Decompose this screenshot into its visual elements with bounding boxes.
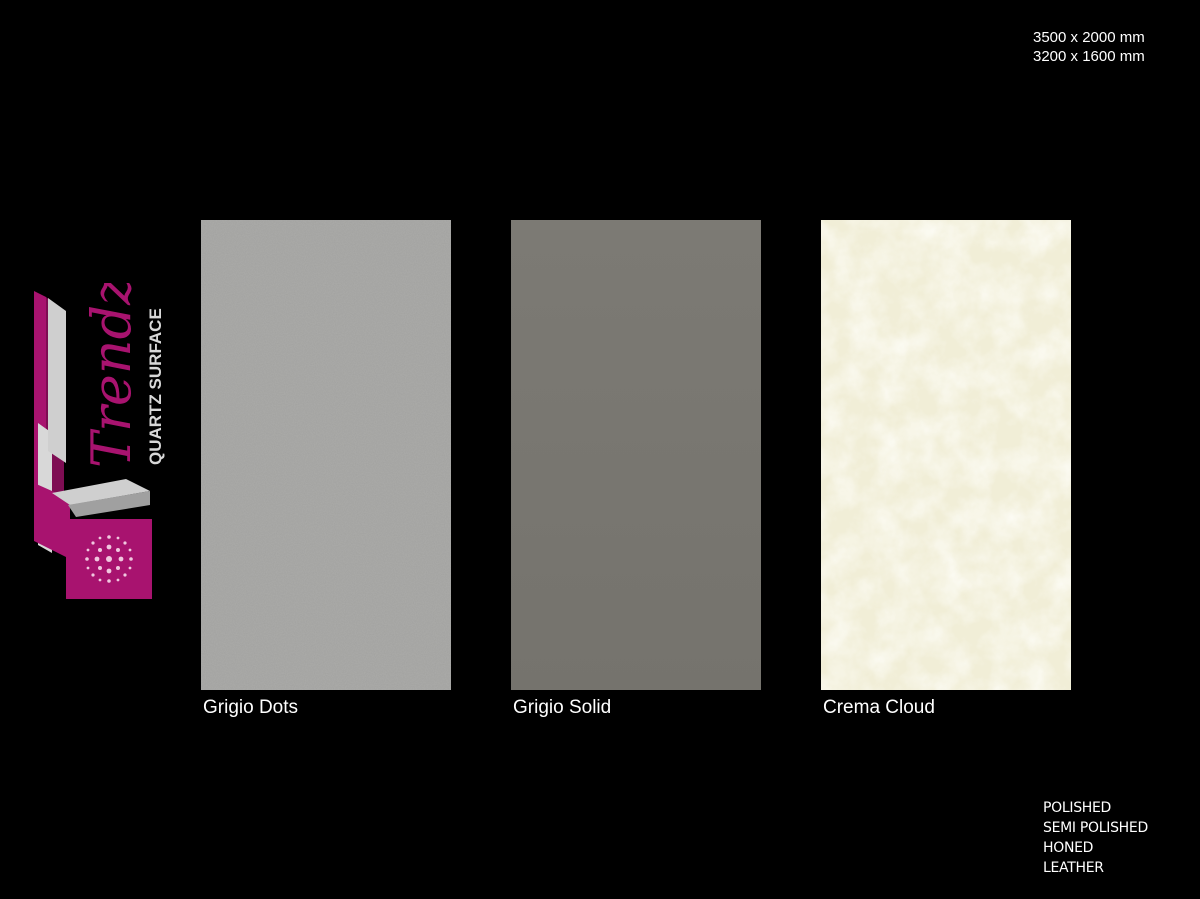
- swatch-grigio-solid[interactable]: [511, 220, 761, 690]
- size-item: 3500 x 2000 mm: [1033, 29, 1145, 46]
- finish-options: POLISHED SEMI POLISHED HONED LEATHER: [1043, 798, 1148, 878]
- available-sizes: 3500 x 2000 mm 3200 x 1600 mm: [1033, 28, 1145, 66]
- brand-tagline: QUARTZ SURFACE: [146, 308, 165, 465]
- finish-item: LEATHER: [1043, 860, 1104, 876]
- swatch-label: Grigio Solid: [513, 697, 612, 718]
- swatch-crema-cloud[interactable]: [821, 220, 1071, 690]
- brand-name: Trendz: [80, 283, 143, 468]
- finish-item: POLISHED: [1043, 800, 1112, 816]
- finish-item: SEMI POLISHED: [1043, 820, 1148, 836]
- trendz-logo-icon: Trendz QUARTZ SURFACE: [34, 283, 165, 599]
- brand-logo: Trendz QUARTZ SURFACE: [30, 283, 170, 603]
- size-item: 3200 x 1600 mm: [1033, 48, 1145, 65]
- swatch-grigio-dots[interactable]: [201, 220, 451, 690]
- finish-item: HONED: [1043, 840, 1094, 856]
- swatch-label: Grigio Dots: [203, 697, 299, 718]
- swatch-label: Crema Cloud: [823, 697, 935, 718]
